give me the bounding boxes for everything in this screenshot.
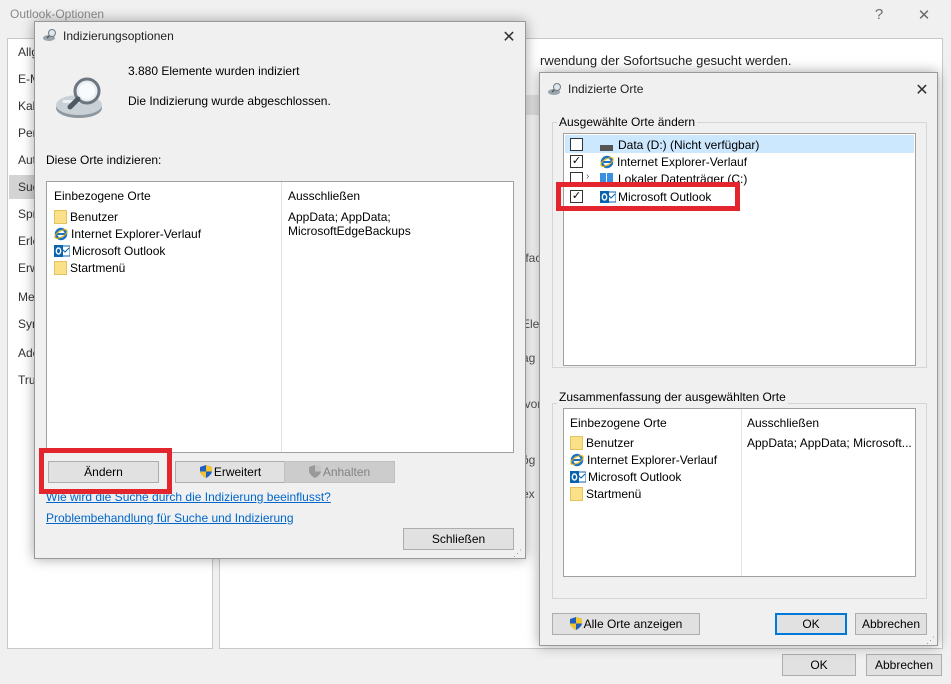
folder-icon	[54, 209, 67, 224]
list-item[interactable]: Startmenü	[54, 259, 125, 276]
dialog-title: Indizierte Orte	[568, 82, 644, 96]
list-item[interactable]: Internet Explorer-Verlauf	[54, 225, 201, 242]
folder-icon	[570, 435, 583, 450]
nav-item[interactable]: Kal	[18, 99, 35, 113]
list-item[interactable]: Benutzer	[54, 208, 118, 225]
indexing-status: Die Indizierung wurde abgeschlossen.	[128, 94, 331, 108]
list-item-label: Microsoft Outlook	[588, 469, 682, 484]
locations-cancel-button[interactable]: Abbrechen	[855, 613, 927, 635]
outlook-icon	[570, 470, 587, 484]
close-icon[interactable]: ✕	[912, 80, 932, 100]
resize-grip-icon[interactable]: ⋰	[926, 635, 935, 646]
tree-item[interactable]: Internet Explorer-Verlauf	[600, 153, 747, 170]
summary-exclusions-text: AppData; AppData; Microsoft...	[747, 436, 912, 450]
exclusions-text: AppData; AppData; MicrosoftEdgeBackups	[288, 210, 411, 238]
uac-shield-icon	[569, 616, 582, 636]
column-header-included: Einbezogene Orte	[54, 189, 151, 203]
show-all-locations-button[interactable]: Alle Orte anzeigen	[552, 613, 700, 635]
indexing-large-icon	[53, 74, 107, 125]
locations-label: Diese Orte indizieren:	[46, 153, 162, 167]
internet-explorer-icon	[54, 227, 68, 241]
locations-ok-button[interactable]: OK	[775, 613, 847, 635]
nav-item[interactable]: Me	[18, 290, 35, 304]
dialog-title: Indizierungsoptionen	[63, 29, 174, 43]
uac-shield-icon	[308, 464, 321, 484]
list-item-label: Internet Explorer-Verlauf	[71, 226, 202, 241]
indexed-locations-dialog: Indizierte Orte ✕ Ausgewählte Orte änder…	[539, 72, 938, 646]
window-title: Outlook-Optionen	[10, 7, 105, 21]
close-button[interactable]: Schließen	[403, 528, 514, 550]
list-item-label: Internet Explorer-Verlauf	[587, 452, 718, 467]
indexed-locations-list[interactable]: Einbezogene Orte Ausschließen Benutzer I…	[46, 181, 514, 453]
indexing-icon	[547, 82, 563, 99]
list-item[interactable]: Microsoft Outlook	[570, 468, 681, 485]
uac-shield-icon	[199, 464, 212, 484]
resize-grip-icon[interactable]: ⋰	[513, 548, 522, 559]
column-header-excluded: Ausschließen	[747, 416, 820, 430]
chevron-right-icon[interactable]: ›	[586, 171, 589, 182]
pause-button: Anhalten	[284, 461, 395, 483]
internet-explorer-icon	[570, 453, 584, 467]
advanced-button-label: Erweitert	[213, 465, 262, 479]
list-item-label: Benutzer	[586, 435, 635, 450]
close-icon[interactable]: ✕	[499, 27, 519, 47]
tree-item-label: Data (D:) (Nicht verfügbar)	[618, 137, 760, 152]
checkbox-ie-history[interactable]: ✓	[570, 155, 583, 168]
list-item-label: Benutzer	[70, 209, 119, 224]
options-ok-button[interactable]: OK	[782, 654, 856, 676]
highlight-box	[39, 448, 172, 494]
show-all-label: Alle Orte anzeigen	[583, 617, 683, 631]
column-divider	[741, 409, 742, 576]
column-header-included: Einbezogene Orte	[570, 416, 667, 430]
summary-group-label: Zusammenfassung der ausgewählten Orte	[557, 390, 788, 404]
troubleshoot-link[interactable]: Problembehandlung für Suche und Indizier…	[46, 511, 294, 525]
drive-icon	[600, 144, 613, 151]
locations-tree[interactable]: Data (D:) (Nicht verfügbar) ✓ Internet E…	[563, 133, 916, 366]
close-window-button[interactable]: ✕	[909, 6, 939, 24]
list-item[interactable]: Startmenü	[570, 485, 641, 502]
list-item[interactable]: Microsoft Outlook	[54, 242, 165, 259]
checkbox-data-drive[interactable]	[570, 138, 583, 151]
advanced-button[interactable]: Erweitert	[175, 461, 286, 483]
highlight-box	[556, 182, 740, 211]
summary-list[interactable]: Einbezogene Orte Ausschließen Benutzer I…	[563, 408, 916, 577]
indexed-count: 3.880 Elemente wurden indiziert	[128, 64, 300, 78]
tree-item[interactable]: Data (D:) (Nicht verfügbar)	[600, 136, 759, 153]
list-item-label: Startmenü	[586, 486, 642, 501]
list-item-label: Startmenü	[70, 260, 126, 275]
internet-explorer-icon	[600, 155, 614, 169]
options-cancel-button[interactable]: Abbrechen	[866, 654, 942, 676]
tree-item-label: Internet Explorer-Verlauf	[617, 154, 748, 169]
folder-icon	[54, 260, 67, 275]
nav-item[interactable]: Tru	[18, 373, 36, 387]
pause-button-label: Anhalten	[322, 465, 371, 479]
list-item[interactable]: Benutzer	[570, 434, 634, 451]
folder-icon	[570, 486, 583, 501]
list-item-label: Microsoft Outlook	[72, 243, 166, 258]
list-item[interactable]: Internet Explorer-Verlauf	[570, 451, 717, 468]
indexing-icon	[42, 28, 58, 45]
help-button[interactable]: ?	[864, 6, 894, 23]
column-header-excluded: Ausschließen	[288, 189, 361, 203]
outlook-icon	[54, 244, 71, 258]
change-locations-label: Ausgewählte Orte ändern	[557, 115, 698, 129]
search-description: rwendung der Sofortsuche gesucht werden.	[540, 53, 792, 68]
column-divider	[281, 182, 282, 452]
